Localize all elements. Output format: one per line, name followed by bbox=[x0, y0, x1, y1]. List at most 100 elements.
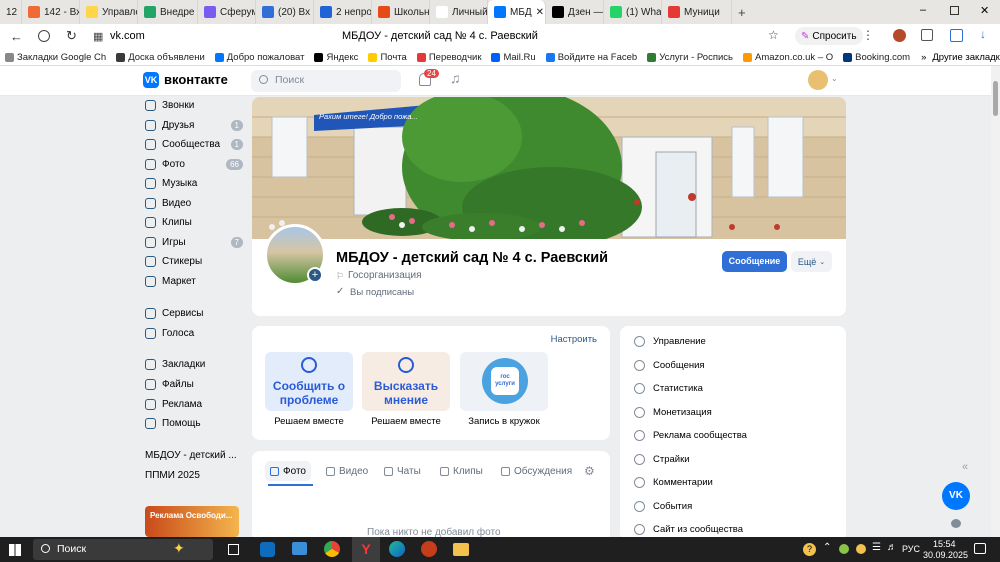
chrome-icon[interactable] bbox=[324, 541, 340, 557]
management-menu-item[interactable]: Статистика bbox=[634, 383, 703, 394]
clock-date[interactable]: 30.09.2025 bbox=[923, 550, 968, 560]
bookmark-star-icon[interactable]: ☆ bbox=[768, 28, 779, 42]
bookmark-item[interactable]: Почта bbox=[363, 52, 411, 63]
sidebar-item[interactable]: Музыка bbox=[145, 178, 245, 189]
bookmark-item[interactable]: Mail.Ru bbox=[486, 52, 540, 63]
edge-icon[interactable] bbox=[389, 541, 405, 557]
browser-tab[interactable]: 2 непро bbox=[314, 0, 372, 24]
notifications-icon[interactable] bbox=[974, 543, 986, 554]
sidebar-item[interactable]: МБДОУ - детский ... bbox=[145, 450, 245, 461]
restore-icon[interactable] bbox=[950, 6, 959, 15]
clock-time[interactable]: 15:54 bbox=[933, 539, 956, 549]
bookmark-item[interactable]: Booking.com bbox=[838, 52, 915, 63]
music-icon[interactable]: ♫ bbox=[450, 70, 461, 86]
collapse-arrows-icon[interactable]: « bbox=[962, 461, 968, 473]
back-icon[interactable]: ← bbox=[10, 29, 23, 44]
sidebar-item[interactable]: Сообщества 1 bbox=[145, 139, 245, 150]
search-input[interactable]: Поиск bbox=[251, 70, 401, 92]
task-view-icon[interactable] bbox=[228, 544, 239, 555]
close-window-icon[interactable]: ✕ bbox=[980, 4, 989, 17]
bookmark-item[interactable]: Переводчик bbox=[412, 52, 487, 63]
subscribed-status[interactable]: Вы подписаны bbox=[350, 287, 414, 298]
reload-icon[interactable]: ↻ bbox=[66, 28, 77, 44]
sidebar-item[interactable]: Звонки bbox=[145, 100, 245, 111]
promo-banner[interactable]: Реклама Освободи... bbox=[145, 506, 239, 537]
tray-yandex-icon[interactable] bbox=[856, 544, 866, 554]
management-menu-item[interactable]: Монетизация bbox=[634, 406, 712, 418]
avatar[interactable] bbox=[808, 70, 828, 90]
sidebar-item[interactable]: Сервисы bbox=[145, 308, 245, 319]
management-menu-item[interactable]: Комментарии bbox=[634, 477, 713, 488]
url-text[interactable]: vk.com bbox=[110, 30, 145, 42]
wifi-icon[interactable]: ☰ bbox=[872, 542, 881, 553]
widget-tile[interactable]: гос услуги bbox=[460, 352, 548, 411]
menu-dots-icon[interactable]: ⋮ bbox=[862, 28, 874, 42]
sidebar-item[interactable]: Реклама bbox=[145, 399, 245, 410]
tray-chevron-icon[interactable]: ⌃ bbox=[823, 542, 831, 553]
management-menu-item[interactable]: Страйки bbox=[634, 453, 690, 465]
media-tab[interactable]: Обсуждения bbox=[501, 461, 572, 481]
vk-logo-text[interactable]: вконтакте bbox=[164, 72, 228, 87]
browser-tab[interactable]: Внедре bbox=[138, 0, 198, 24]
profile-icon[interactable] bbox=[950, 29, 963, 42]
pc-icon[interactable] bbox=[292, 542, 307, 555]
sidebar-item[interactable]: Закладки bbox=[145, 359, 245, 370]
bookmark-item[interactable]: Amazon.co.uk – O bbox=[738, 52, 838, 63]
media-tab[interactable]: Видео bbox=[326, 461, 368, 481]
bookmarks-overflow-icon[interactable]: » bbox=[915, 52, 932, 63]
browser-tab[interactable]: Школьн bbox=[372, 0, 430, 24]
sidebar-item[interactable]: Друзья 1 bbox=[145, 120, 245, 131]
media-tab[interactable]: Клипы bbox=[440, 461, 483, 481]
sidebar-item[interactable]: Файлы bbox=[145, 379, 245, 390]
download-icon[interactable]: ↓ bbox=[980, 27, 986, 41]
explorer-icon[interactable] bbox=[453, 543, 469, 556]
sidebar-item[interactable]: ППМИ 2025 bbox=[145, 470, 245, 481]
powerpoint-icon[interactable] bbox=[421, 541, 437, 557]
sidebar-item[interactable]: Видео bbox=[145, 198, 245, 209]
close-icon[interactable]: ✕ bbox=[536, 7, 544, 18]
sidebar-item[interactable]: Фото 66 bbox=[145, 159, 245, 170]
browser-tab[interactable]: Управле bbox=[80, 0, 138, 24]
sidebar-item[interactable]: Игры 7 bbox=[145, 237, 245, 248]
vk-logo-icon[interactable]: VK bbox=[143, 72, 159, 88]
message-button[interactable]: Сообщение bbox=[722, 251, 787, 272]
media-tab[interactable]: Чаты bbox=[384, 461, 421, 481]
browser-tab[interactable]: Сферум bbox=[198, 0, 256, 24]
management-menu-item[interactable]: Сообщения bbox=[634, 359, 705, 371]
windows-start-icon[interactable] bbox=[9, 544, 21, 556]
chevron-down-icon[interactable]: ⌄ bbox=[831, 74, 838, 83]
browser-tab[interactable]: 142 - Вх bbox=[22, 0, 80, 24]
other-bookmarks[interactable]: Другие закладки bbox=[932, 52, 1000, 63]
chat-bubble-icon[interactable] bbox=[951, 519, 961, 528]
browser-tab[interactable]: Личный bbox=[430, 0, 488, 24]
more-button[interactable]: Ещё ⌄ bbox=[791, 251, 832, 272]
management-menu-item[interactable]: События bbox=[634, 500, 692, 512]
browser-tab[interactable]: Муници bbox=[662, 0, 732, 24]
bookmark-item[interactable]: Услуги - Роспись bbox=[642, 52, 738, 63]
management-menu-item[interactable]: Управление bbox=[634, 336, 706, 347]
management-menu-item[interactable]: Реклама сообщества bbox=[634, 430, 747, 441]
browser-tab[interactable]: (1) Wha bbox=[604, 0, 662, 24]
sidebar-item[interactable]: Маркет bbox=[145, 276, 245, 287]
sidebar-item[interactable]: Голоса bbox=[145, 328, 245, 339]
help-icon[interactable]: ? bbox=[803, 543, 816, 556]
bookmark-item[interactable]: Закладки Google Ch bbox=[0, 52, 111, 63]
sidebar-item[interactable]: Клипы bbox=[145, 217, 245, 228]
tray-app-icon[interactable] bbox=[839, 544, 849, 554]
shield-icon[interactable] bbox=[38, 30, 50, 42]
outlook-icon[interactable] bbox=[260, 542, 275, 557]
bookmark-item[interactable]: Войдите на Faceb bbox=[541, 52, 643, 63]
new-tab-icon[interactable]: + bbox=[738, 5, 746, 20]
add-avatar-icon[interactable]: + bbox=[307, 267, 323, 283]
settings-gear-icon[interactable]: ⚙ bbox=[584, 464, 595, 478]
configure-link[interactable]: Настроить bbox=[551, 334, 597, 345]
puzzle-icon[interactable] bbox=[921, 29, 933, 41]
management-menu-item[interactable]: Сайт из сообщества bbox=[634, 524, 743, 535]
bookmark-item[interactable]: Добро пожаловат bbox=[210, 52, 310, 63]
volume-icon[interactable]: ♬ bbox=[887, 542, 897, 553]
ask-button[interactable]: ✎ Спросить bbox=[795, 27, 863, 45]
minimize-icon[interactable]: – bbox=[920, 4, 926, 16]
bookmark-item[interactable]: Яндекс bbox=[309, 52, 363, 63]
browser-tab[interactable]: 12 bbox=[0, 0, 22, 24]
yandex-browser-icon[interactable]: Y bbox=[352, 537, 380, 562]
